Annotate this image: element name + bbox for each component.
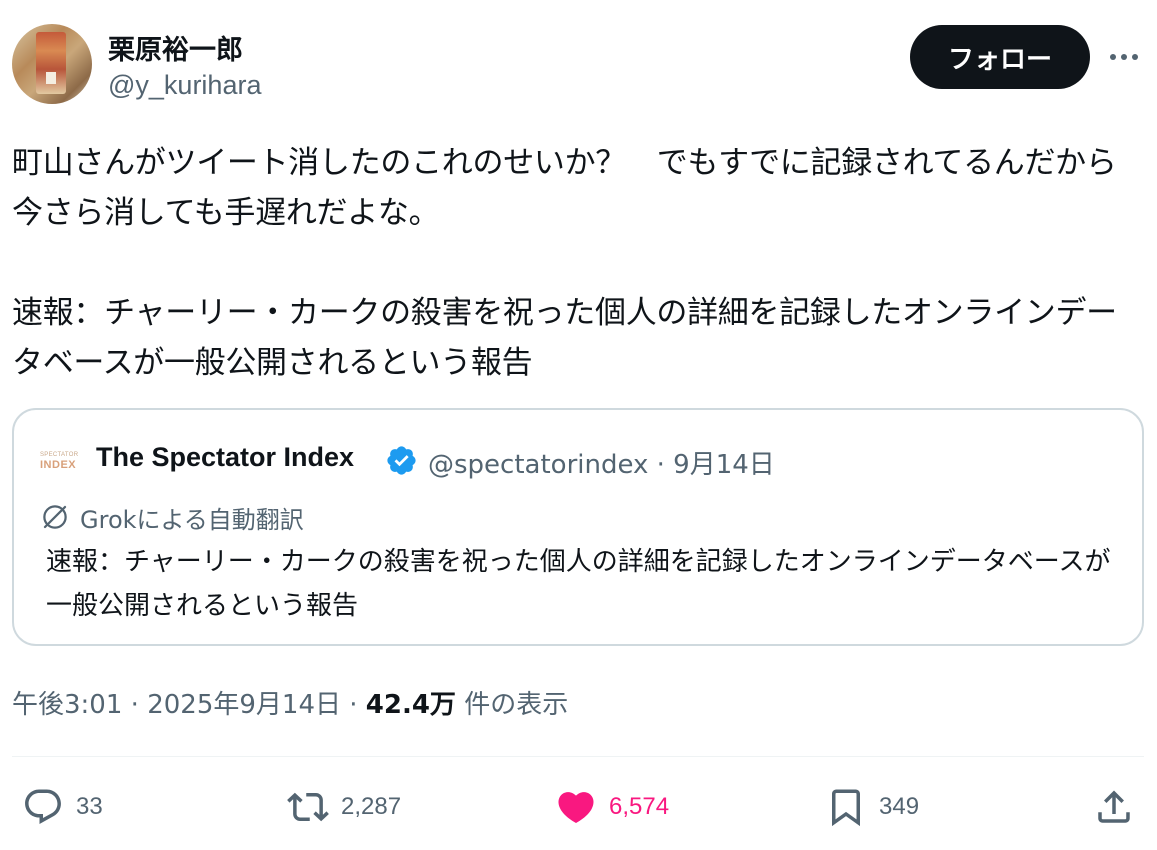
quoted-tweet-card[interactable]: SPECTATOR INDEX The Spectator Index @spe… — [12, 408, 1144, 646]
tweet-meta: 午後3:01 · 2025年9月14日 · 42.4万 件の表示 — [12, 684, 568, 721]
like-button[interactable]: 6,574 — [555, 782, 669, 832]
retweet-count: 2,287 — [341, 793, 402, 820]
share-button[interactable] — [1093, 782, 1135, 832]
quoted-author-name: The Spectator Index — [96, 442, 355, 472]
avatar-image-detail — [36, 32, 66, 94]
more-dot — [1110, 54, 1116, 60]
author-handle[interactable]: @y_kurihara — [108, 70, 261, 101]
bookmark-button[interactable]: 349 — [825, 782, 919, 832]
tweet-time[interactable]: 午後3:01 — [12, 690, 122, 720]
more-icon[interactable] — [1104, 40, 1144, 74]
logo-text: INDEX — [40, 459, 77, 471]
translation-label[interactable]: Grokによる自動翻訳 — [80, 500, 304, 535]
translate-icon — [43, 505, 67, 529]
avatar[interactable] — [12, 24, 92, 104]
tweet-date[interactable]: 2025年9月14日 — [147, 690, 341, 720]
quoted-handle-date: @spectatorindex · 9月14日 — [428, 450, 775, 480]
tweet-text: 町山さんがツイート消したのこれのせいか？ でもすでに記録されてるんだから今さら消… — [12, 145, 1117, 381]
like-icon — [558, 792, 594, 824]
follow-button[interactable]: フォロー — [910, 25, 1090, 89]
view-label: 件の表示 — [455, 690, 569, 720]
view-count: 42.4万 — [365, 690, 456, 720]
bookmark-icon — [832, 789, 860, 827]
bookmark-count: 349 — [879, 793, 920, 820]
share-icon — [1098, 790, 1130, 823]
verified-icon — [387, 446, 416, 475]
reply-count: 33 — [76, 793, 103, 820]
retweet-button[interactable]: 2,287 — [287, 782, 401, 832]
reply-icon — [25, 789, 61, 824]
like-count: 6,574 — [609, 793, 670, 820]
divider — [12, 756, 1144, 757]
quoted-tweet-text: 速報：チャーリー・カークの殺害を祝った個人の詳細を記録したオンラインデータベース… — [46, 547, 1111, 621]
meta-separator: · — [340, 690, 366, 720]
retweet-icon — [287, 792, 329, 822]
author-display-name[interactable]: 栗原裕一郎 — [108, 28, 243, 67]
more-dot — [1132, 54, 1138, 60]
more-dot — [1121, 54, 1127, 60]
spectator-index-logo: SPECTATOR INDEX — [40, 452, 88, 472]
meta-separator: · — [122, 690, 148, 720]
avatar-image-detail — [46, 72, 56, 84]
logo-text: SPECTATOR — [40, 452, 79, 458]
reply-button[interactable]: 33 — [22, 782, 103, 832]
